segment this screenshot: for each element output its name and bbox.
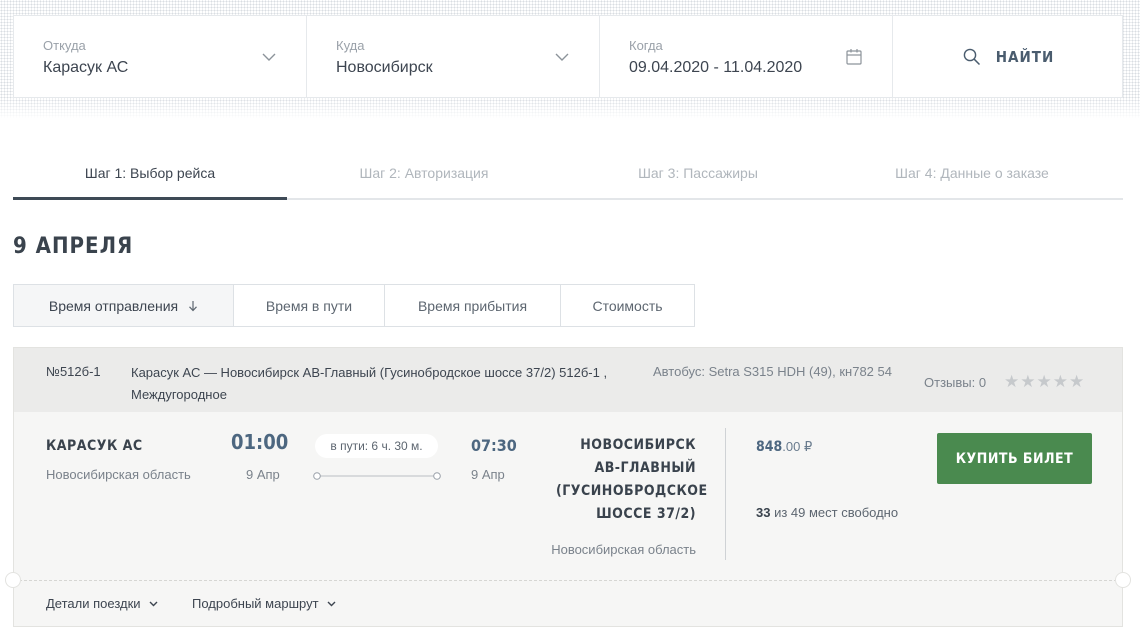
- buy-ticket-button[interactable]: КУПИТЬ БИЛЕТ: [937, 433, 1092, 484]
- bus-info: Автобус: Setra S315 HDH (49), кн782 54: [653, 364, 892, 379]
- chevron-down-icon[interactable]: [555, 52, 569, 62]
- ticket-price: 848.00 ₽: [756, 438, 812, 455]
- sort-travel-time[interactable]: Время в пути: [233, 285, 384, 326]
- chevron-down-icon: [149, 601, 158, 606]
- sort-tab-label: Время прибытия: [417, 297, 528, 314]
- sort-tab-label: Стоимость: [592, 297, 663, 314]
- trip-route: Карасук АС — Новосибирск АВ-Главный (Гус…: [131, 365, 608, 402]
- star-icon: ★: [1020, 372, 1036, 391]
- search-panel-fade: [0, 98, 1140, 120]
- seats-available: 33 из 49 мест свободно: [756, 505, 898, 520]
- arrival-time: 07:30: [471, 436, 517, 455]
- departure-time: 01:00: [231, 430, 289, 454]
- price-main: 848: [756, 439, 783, 455]
- price-cents: .00 ₽: [782, 439, 813, 454]
- duration-badge: в пути: 6 ч. 30 м.: [315, 434, 438, 458]
- departure-date: 9 Апр: [246, 467, 280, 482]
- star-icon: ★: [1036, 372, 1052, 391]
- step-1[interactable]: Шаг 1: Выбор рейса: [13, 148, 287, 200]
- arrival-date: 9 Апр: [471, 467, 505, 482]
- to-field[interactable]: Куда Новосибирск: [307, 16, 600, 97]
- trip-card: №512б-1 Карасук АС — Новосибирск АВ-Глав…: [5, 347, 1131, 627]
- rating-stars: ★ ★ ★ ★ ★: [1004, 373, 1085, 390]
- sort-arrival-time[interactable]: Время прибытия: [384, 285, 560, 326]
- route-details-toggle[interactable]: Подробный маршрут: [192, 596, 336, 611]
- chevron-down-icon[interactable]: [262, 52, 276, 62]
- search-button-label: НАЙТИ: [995, 47, 1055, 66]
- divider: [725, 428, 726, 560]
- card-dashed-divider: [14, 580, 1122, 581]
- step-3: Шаг 3: Пассажиры: [638, 165, 758, 181]
- destination-region: Новосибирская область: [551, 542, 696, 557]
- trip-card-header: №512б-1 Карасук АС — Новосибирск АВ-Глав…: [14, 348, 1122, 412]
- step-4: Шаг 4: Данные о заказе: [895, 165, 1049, 181]
- date-field[interactable]: Когда 09.04.2020 - 11.04.2020: [600, 16, 893, 97]
- arrow-down-icon: [189, 300, 198, 311]
- booking-steps: Шаг 1: Выбор рейса Шаг 2: Авторизация Ша…: [13, 148, 1123, 200]
- sort-tab-label: Время в пути: [265, 297, 353, 314]
- star-icon: ★: [1069, 372, 1085, 391]
- trip-details-toggle[interactable]: Детали поездки: [46, 596, 158, 611]
- card-notch-left: [5, 572, 21, 588]
- step-2: Шаг 2: Авторизация: [359, 165, 489, 181]
- sort-price[interactable]: Стоимость: [560, 285, 694, 326]
- sort-tabs: Время отправления Время в пути Время при…: [13, 284, 695, 327]
- date-heading: 9 АПРЕЛЯ: [13, 234, 134, 259]
- chevron-down-icon: [327, 601, 336, 606]
- calendar-icon[interactable]: [846, 48, 862, 65]
- origin-station: КАРАСУК АС: [46, 438, 143, 454]
- search-icon: [963, 48, 980, 65]
- reviews-count[interactable]: Отзывы: 0: [924, 375, 986, 390]
- sort-tab-label: Время отправления: [48, 297, 179, 314]
- trip-details-label: Детали поездки: [46, 596, 141, 611]
- seats-text: из 49 мест свободно: [770, 505, 899, 520]
- seats-free-count: 33: [756, 505, 771, 520]
- trip-number: №512б-1: [46, 364, 101, 379]
- card-notch-right: [1115, 572, 1131, 588]
- from-field[interactable]: Откуда Карасук АС: [14, 16, 307, 97]
- star-icon: ★: [1052, 372, 1068, 391]
- search-bar: Откуда Карасук АС Куда Новосибирск Когда…: [13, 15, 1123, 98]
- sort-departure-time[interactable]: Время отправления: [14, 285, 233, 326]
- origin-region: Новосибирская область: [46, 467, 191, 482]
- destination-station: НОВОСИБИРСК АВ-ГЛАВНЫЙ (ГУСИНОБРОДСКОЕ Ш…: [556, 437, 708, 522]
- star-icon: ★: [1004, 372, 1020, 391]
- route-details-label: Подробный маршрут: [192, 596, 319, 611]
- search-button[interactable]: НАЙТИ: [893, 16, 1122, 97]
- search-panel: Откуда Карасук АС Куда Новосибирск Когда…: [0, 0, 1140, 120]
- route-timeline: [313, 472, 441, 480]
